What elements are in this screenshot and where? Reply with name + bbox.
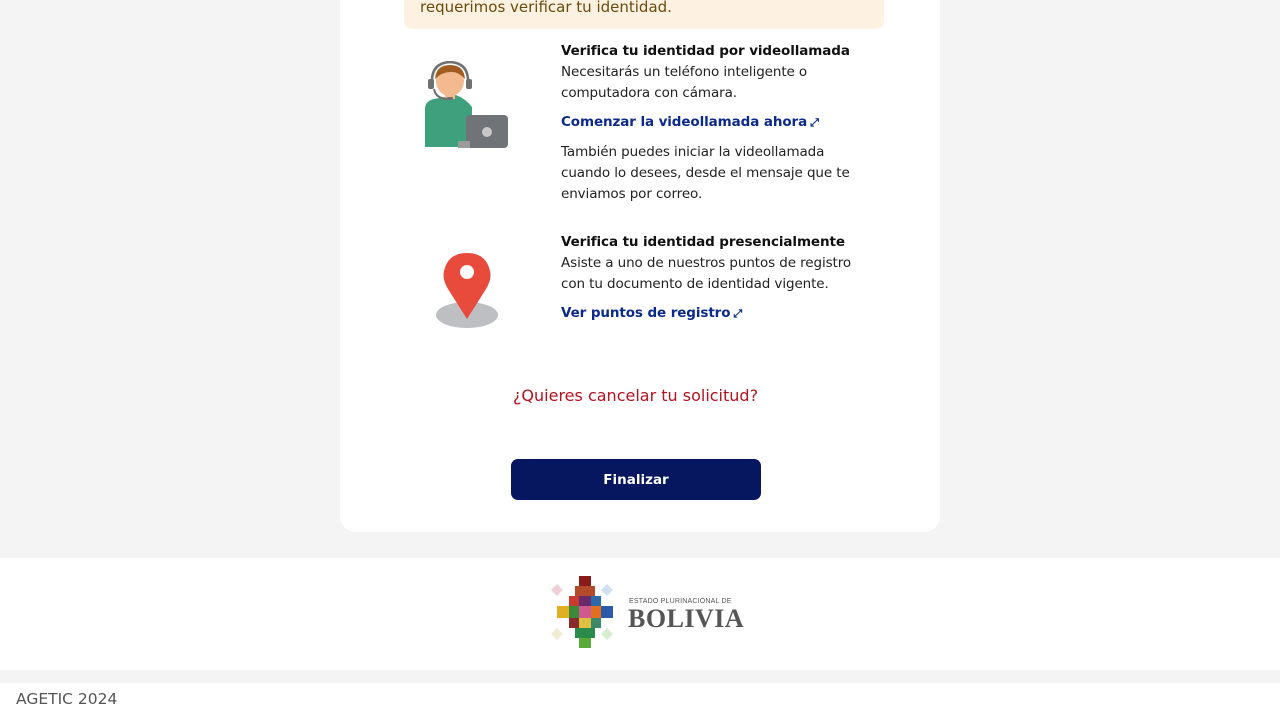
external-link-icon: ⤢ — [810, 116, 819, 129]
videocall-description: Necesitarás un teléfono inteligente o co… — [561, 64, 808, 101]
external-link-icon: ⤢ — [733, 307, 743, 320]
registration-points-link[interactable]: Ver puntos de registro ⤢ — [561, 303, 871, 324]
notice-banner: requerimos verificar tu identidad. — [404, 0, 884, 29]
in-person-title: Verifica tu identidad presencialmente — [561, 234, 845, 250]
option-in-person: Verifica tu identidad presencialmente As… — [404, 234, 884, 360]
footer: ESTADO PLURINACIONAL DE BOLIVIA — [0, 558, 1280, 670]
copyright: AGETIC 2024 — [16, 690, 118, 708]
finalize-button[interactable]: Finalizar — [511, 459, 761, 500]
bolivia-logo: ESTADO PLURINACIONAL DE BOLIVIA — [549, 576, 744, 648]
videocall-note: También puedes iniciar la videollamada c… — [561, 144, 850, 202]
videocall-title: Verifica tu identidad por videollamada — [561, 43, 850, 59]
videocall-text: Verifica tu identidad por videollamada N… — [561, 41, 871, 205]
notice-text: requerimos verificar tu identidad. — [420, 0, 672, 16]
map-pin-icon — [436, 251, 500, 333]
bolivia-emblem-icon — [551, 576, 613, 648]
in-person-description: Asiste a uno de nuestros puntos de regis… — [561, 255, 852, 292]
verification-card: requerimos verificar tu identidad. Verif… — [340, 0, 940, 532]
option-videocall: Verifica tu identidad por videollamada N… — [404, 43, 884, 230]
start-videocall-link-label: Comenzar la videollamada ahora — [561, 114, 808, 130]
bottom-bar: AGETIC 2024 — [0, 683, 1280, 720]
registration-points-link-label: Ver puntos de registro — [561, 305, 731, 321]
cancel-request-link[interactable]: ¿Quieres cancelar tu solicitud? — [340, 386, 931, 405]
video-call-agent-icon — [422, 60, 512, 157]
start-videocall-link[interactable]: Comenzar la videollamada ahora ⤢ — [561, 112, 871, 133]
logo-big-text: BOLIVIA — [628, 604, 745, 633]
in-person-text: Verifica tu identidad presencialmente As… — [561, 232, 871, 324]
